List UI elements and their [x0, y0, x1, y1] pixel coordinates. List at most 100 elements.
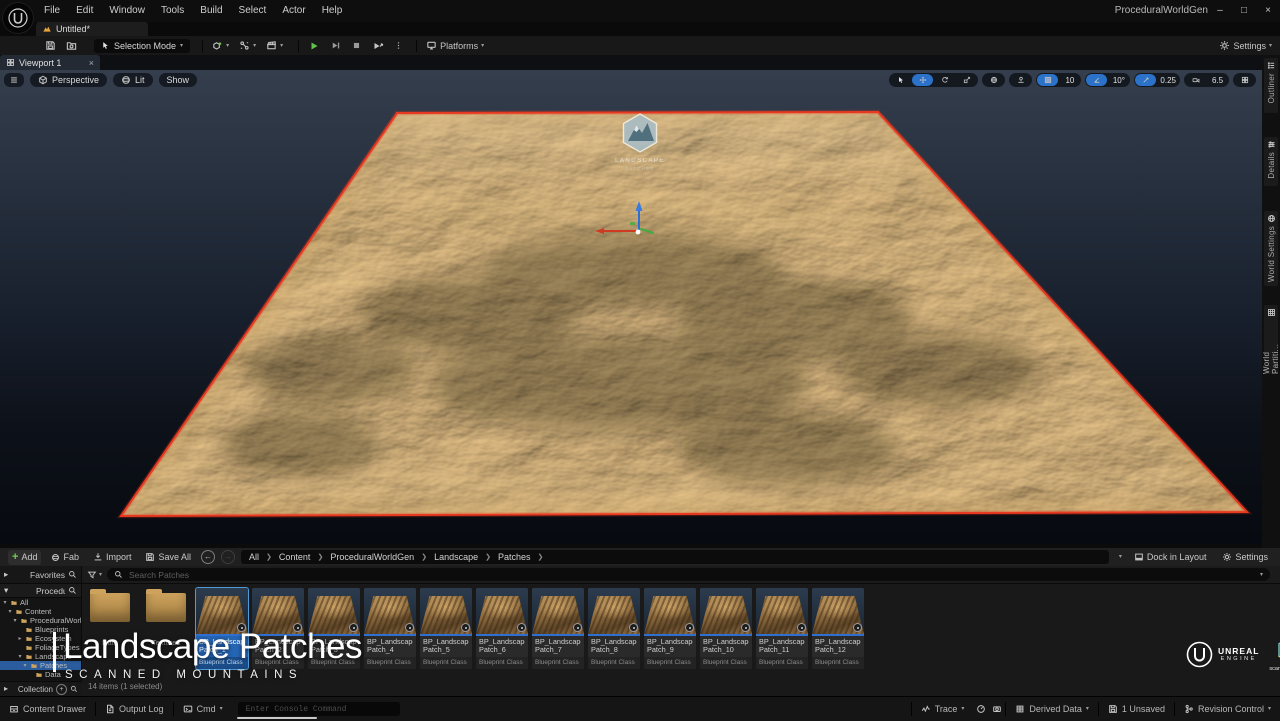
tab-outliner[interactable]: Outliner — [1264, 58, 1278, 113]
console-command-box[interactable] — [238, 702, 400, 716]
asset-tile[interactable]: BP_Landscape_Patch_9 Blueprint Class — [644, 588, 696, 669]
select-tool-icon[interactable] — [890, 74, 911, 86]
tree-expand-icon[interactable]: ▾ — [12, 617, 18, 624]
screenshot-icon[interactable] — [989, 697, 1005, 721]
search-bar[interactable]: ▾ — [107, 568, 1270, 581]
viewport-tab[interactable]: Viewport 1 × — [0, 55, 100, 70]
add-actor-button[interactable]: ▾ — [207, 38, 234, 54]
camera-speed-value[interactable]: 6.5 — [1207, 74, 1228, 86]
browse-content-icon[interactable] — [61, 38, 82, 54]
asset-tile[interactable]: BP_Landscape_Patch_8 Blueprint Class — [588, 588, 640, 669]
insights-gauge-icon[interactable] — [973, 697, 989, 721]
tree-expand-icon[interactable]: ▾ — [22, 662, 28, 669]
asset-tile[interactable]: BP_Landscape_Patch_7 Blueprint Class — [532, 588, 584, 669]
menu-edit[interactable]: Edit — [68, 0, 101, 22]
frame-skip-button[interactable] — [325, 38, 346, 54]
cinematics-button[interactable]: ▾ — [261, 38, 288, 54]
camera-speed-icon[interactable] — [1185, 74, 1206, 86]
import-button[interactable]: Import — [89, 550, 136, 565]
toolbar-settings-dropdown[interactable]: Settings ▾ — [1219, 40, 1272, 51]
maximize-viewport-icon[interactable] — [1234, 74, 1255, 86]
breadcrumb-patches[interactable]: Patches — [498, 552, 531, 562]
add-button[interactable]: + Add — [8, 550, 41, 565]
dock-in-layout-button[interactable]: Dock in Layout — [1130, 550, 1211, 565]
world-local-toggle-icon[interactable] — [983, 74, 1004, 86]
maximize-button[interactable]: □ — [1236, 0, 1252, 22]
favorites-expand-icon[interactable]: ▸ — [4, 570, 27, 579]
menu-tools[interactable]: Tools — [153, 0, 192, 22]
tree-item-all[interactable]: ▾All — [0, 598, 81, 607]
save-all-button[interactable]: Save All — [141, 550, 195, 565]
content-drawer-button[interactable]: Content Drawer — [0, 697, 95, 721]
surface-snap-icon[interactable] — [1010, 74, 1031, 86]
collections-expand-icon[interactable]: ▸ — [4, 685, 15, 693]
asset-tile[interactable]: BP_Landscape_Patch_5 Blueprint Class — [420, 588, 472, 669]
revision-control-dropdown[interactable]: Revision Control ▾ — [1175, 697, 1280, 721]
menu-actor[interactable]: Actor — [274, 0, 313, 22]
path-options-chevron-icon[interactable]: ▾ — [1119, 554, 1122, 560]
tree-item-proceduralworldgen[interactable]: ▾ProceduralWorldGen — [0, 616, 81, 625]
play-options-icon[interactable] — [389, 38, 408, 54]
save-current-button[interactable] — [40, 38, 61, 54]
minimize-button[interactable]: – — [1212, 0, 1228, 22]
tree-expand-icon[interactable]: ▾ — [2, 599, 8, 606]
asset-tile[interactable]: BP_Landscape_Patch_6 Blueprint Class — [476, 588, 528, 669]
search-save-chevron-icon[interactable]: ▾ — [1260, 572, 1263, 578]
sources-expand-icon[interactable]: ▾ — [4, 586, 33, 595]
viewport[interactable]: LANDSCAPE PATCHES Perspective Lit — [0, 70, 1262, 544]
rotation-snap-value[interactable]: 10° — [1108, 74, 1129, 86]
landscape-terrain[interactable]: LANDSCAPE PATCHES — [0, 70, 1262, 544]
tree-expand-icon[interactable]: ▸ — [17, 635, 23, 642]
scale-snap-value[interactable]: 0.25 — [1157, 74, 1179, 86]
asset-tile[interactable]: BP_Landscape_Patch_12 Blueprint Class — [812, 588, 864, 669]
level-tab[interactable]: Untitled* — [36, 22, 148, 36]
viewport-menu-button[interactable] — [4, 73, 24, 87]
unreal-logo-icon[interactable] — [3, 3, 33, 33]
add-collection-icon[interactable]: + — [56, 684, 67, 695]
tree-item-content[interactable]: ▾Content — [0, 607, 81, 616]
asset-tile[interactable]: BP_Landscape_Patch_4 Blueprint Class — [364, 588, 416, 669]
stop-button[interactable] — [346, 38, 367, 54]
grid-snap-value[interactable]: 10 — [1059, 74, 1080, 86]
breadcrumb-all[interactable]: All — [249, 552, 259, 562]
tab-world-partition[interactable]: World Partiti... — [1264, 305, 1278, 374]
viewport-tab-close-icon[interactable]: × — [89, 58, 94, 68]
trace-dropdown[interactable]: Trace ▾ — [912, 697, 974, 721]
menu-file[interactable]: File — [36, 0, 68, 22]
console-command-input[interactable] — [244, 704, 394, 715]
search-input[interactable] — [127, 569, 1256, 581]
tree-expand-icon[interactable]: ▾ — [7, 608, 13, 615]
menu-build[interactable]: Build — [192, 0, 230, 22]
scale-tool-icon[interactable] — [956, 74, 977, 86]
favorites-section[interactable]: ▸ Favorites — [0, 566, 82, 583]
tab-details[interactable]: Details — [1264, 137, 1278, 186]
editor-mode-dropdown[interactable]: Selection Mode ▾ — [94, 39, 190, 53]
output-log-button[interactable]: Output Log — [96, 697, 173, 721]
filter-button[interactable]: ▾ — [82, 570, 107, 580]
menu-select[interactable]: Select — [231, 0, 275, 22]
play-button[interactable] — [303, 38, 325, 54]
breadcrumb-content[interactable]: Content — [279, 552, 311, 562]
sources-header[interactable]: ▾ ProceduralWorldGen — [0, 584, 81, 598]
breadcrumb-landscape[interactable]: Landscape — [434, 552, 478, 562]
tab-world-settings[interactable]: World Settings — [1264, 211, 1278, 286]
view-mode-dropdown[interactable]: Lit — [113, 73, 153, 87]
platforms-dropdown[interactable]: Platforms ▾ — [421, 38, 489, 54]
translate-tool-icon[interactable] — [912, 74, 933, 86]
close-button[interactable]: × — [1260, 0, 1276, 22]
rotate-tool-icon[interactable] — [934, 74, 955, 86]
grid-snap-icon[interactable] — [1037, 74, 1058, 86]
show-dropdown[interactable]: Show — [159, 73, 198, 87]
content-browser-settings-button[interactable]: Settings — [1218, 550, 1272, 565]
scale-snap-icon[interactable] — [1135, 74, 1156, 86]
fab-button[interactable]: Fab — [47, 550, 83, 565]
forward-button[interactable]: → — [221, 550, 235, 564]
unsaved-button[interactable]: 1 Unsaved — [1099, 697, 1174, 721]
asset-tile[interactable]: BP_Landscape_Patch_11 Blueprint Class — [756, 588, 808, 669]
menu-window[interactable]: Window — [101, 0, 153, 22]
menu-help[interactable]: Help — [314, 0, 351, 22]
blueprints-button[interactable]: ▾ — [234, 38, 261, 54]
back-button[interactable]: ← — [201, 550, 215, 564]
collections-section[interactable]: ▸ Collection + — [0, 681, 82, 696]
perspective-dropdown[interactable]: Perspective — [30, 73, 107, 87]
